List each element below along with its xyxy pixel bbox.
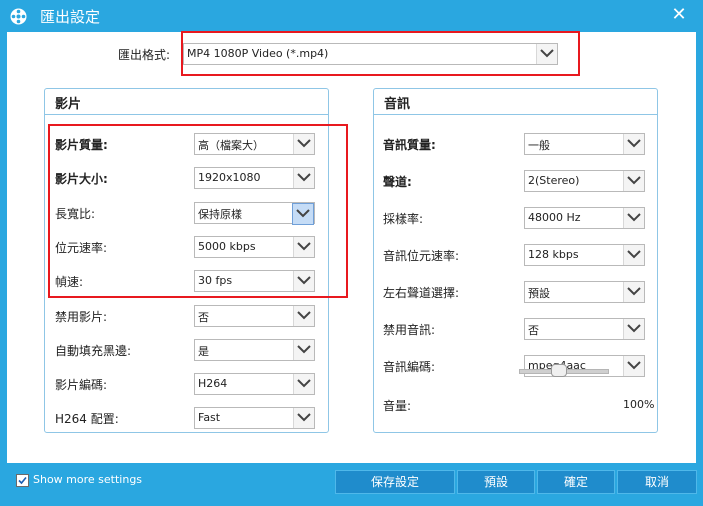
audio-setting-select-4[interactable]: 預設	[524, 281, 645, 303]
video-setting-label-0: 影片質量:	[55, 138, 108, 152]
show-more-checkbox[interactable]	[16, 474, 29, 487]
video-setting-select-0[interactable]: 高（檔案大）	[194, 133, 315, 155]
video-setting-select-6[interactable]: 是	[194, 338, 315, 361]
video-setting-value-4: 30 fps	[198, 274, 233, 288]
video-setting-select-3[interactable]: 5000 kbps	[194, 235, 315, 258]
chevron-down-icon	[623, 356, 644, 376]
audio-setting-select-5[interactable]: 否	[524, 318, 645, 340]
chevron-down-icon	[623, 208, 644, 228]
chevron-down-icon	[293, 305, 314, 326]
audio-setting-select-2[interactable]: 48000 Hz	[524, 207, 645, 229]
audio-setting-label-5: 禁用音訊:	[383, 323, 436, 337]
video-setting-select-8[interactable]: Fast	[194, 407, 315, 430]
audio-setting-value-2: 48000 Hz	[528, 211, 581, 224]
volume-value: 100%	[623, 398, 655, 411]
audio-setting-label-3: 音訊位元速率:	[383, 249, 460, 263]
audio-setting-value-3: 128 kbps	[528, 248, 579, 261]
video-setting-value-2: 保持原樣	[198, 207, 242, 221]
video-group-title: 影片	[55, 97, 82, 112]
chevron-down-icon	[623, 282, 644, 302]
audio-setting-label-2: 採樣率:	[383, 212, 424, 226]
checkmark-icon	[18, 476, 27, 485]
volume-label: 音量:	[383, 399, 412, 413]
video-setting-select-2[interactable]: 保持原樣	[194, 201, 315, 225]
video-setting-value-1: 1920x1080	[198, 171, 261, 185]
audio-group-divider	[374, 114, 657, 115]
audio-setting-label-1: 聲道:	[383, 175, 412, 189]
video-setting-select-4[interactable]: 30 fps	[194, 270, 315, 293]
film-reel-icon	[10, 8, 27, 25]
chevron-down-icon	[623, 245, 644, 265]
chevron-down-icon	[293, 374, 314, 395]
audio-setting-value-0: 一般	[528, 139, 550, 152]
video-setting-label-6: 自動填充黑邊:	[55, 343, 132, 358]
cancel-button[interactable]: 取消	[617, 470, 697, 494]
video-setting-value-5: 否	[198, 310, 209, 324]
save-settings-button[interactable]: 保存設定	[335, 470, 455, 494]
export-format-value: MP4 1080P Video (*.mp4)	[187, 47, 329, 60]
video-setting-value-0: 高（檔案大）	[198, 139, 264, 152]
video-group-divider	[45, 114, 328, 115]
audio-setting-value-4: 預設	[528, 287, 550, 300]
video-setting-select-5[interactable]: 否	[194, 304, 315, 327]
video-setting-label-7: 影片編碼:	[55, 378, 108, 393]
video-setting-label-8: H264 配置:	[55, 412, 119, 427]
video-setting-select-7[interactable]: H264	[194, 373, 315, 396]
chevron-down-icon	[293, 236, 314, 257]
video-setting-value-8: Fast	[198, 411, 221, 425]
show-more-label[interactable]: Show more settings	[33, 473, 142, 486]
video-setting-label-4: 幀速:	[55, 275, 84, 290]
audio-setting-label-6: 音訊編碼:	[383, 360, 436, 374]
chevron-down-icon	[536, 44, 557, 64]
audio-setting-select-3[interactable]: 128 kbps	[524, 244, 645, 266]
chevron-down-icon	[623, 319, 644, 339]
audio-setting-value-5: 否	[528, 324, 539, 337]
title-bar: 匯出設定 ✕	[0, 0, 703, 32]
chevron-down-icon	[293, 271, 314, 292]
chevron-down-icon	[293, 339, 314, 360]
chevron-down-icon	[292, 202, 314, 225]
window-title: 匯出設定	[40, 8, 101, 26]
video-setting-select-1[interactable]: 1920x1080	[194, 167, 315, 190]
chevron-down-icon	[623, 171, 644, 191]
chevron-down-icon	[623, 134, 644, 154]
chevron-down-icon	[293, 134, 314, 154]
video-setting-label-2: 長寬比:	[55, 206, 96, 221]
audio-setting-value-1: 2(Stereo)	[528, 174, 580, 187]
audio-setting-select-0[interactable]: 一般	[524, 133, 645, 155]
ok-button[interactable]: 確定	[537, 470, 615, 494]
audio-setting-select-1[interactable]: 2(Stereo)	[524, 170, 645, 192]
video-setting-label-5: 禁用影片:	[55, 309, 108, 324]
video-setting-label-1: 影片大小:	[55, 172, 108, 187]
video-setting-value-3: 5000 kbps	[198, 239, 256, 253]
audio-setting-label-0: 音訊質量:	[383, 138, 436, 152]
volume-slider-thumb[interactable]	[551, 364, 567, 377]
audio-setting-label-4: 左右聲道選擇:	[383, 286, 460, 300]
video-setting-value-7: H264	[198, 377, 228, 391]
default-button[interactable]: 預設	[457, 470, 535, 494]
export-format-label: 匯出格式:	[118, 48, 171, 62]
video-setting-value-6: 是	[198, 344, 209, 358]
chevron-down-icon	[293, 408, 314, 429]
close-button[interactable]: ✕	[668, 4, 690, 26]
video-setting-label-3: 位元速率:	[55, 240, 108, 255]
audio-group-title: 音訊	[384, 97, 411, 112]
chevron-down-icon	[293, 168, 314, 189]
export-format-select[interactable]: MP4 1080P Video (*.mp4)	[183, 43, 558, 65]
